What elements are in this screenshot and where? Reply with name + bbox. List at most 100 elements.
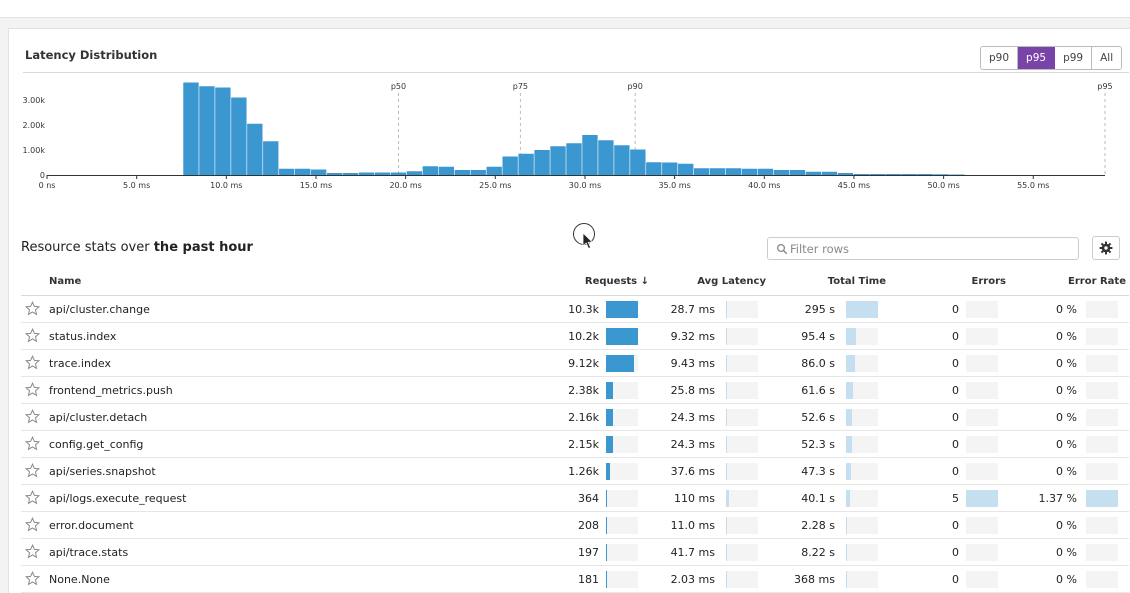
histogram-bar <box>438 166 454 175</box>
star-outline-icon[interactable] <box>25 355 40 370</box>
histogram-bar <box>358 172 375 175</box>
star-outline-icon[interactable] <box>25 490 40 505</box>
stats-table-header: Name Requests ↓ Avg Latency Total Time E… <box>21 269 1129 296</box>
table-row[interactable]: trace.index 9.12k 9.43 ms 86.0 s 0 0 % <box>21 350 1129 377</box>
resource-name[interactable]: api/cluster.change <box>49 303 150 316</box>
avg-latency-value: 110 ms <box>674 492 715 505</box>
histogram-bar <box>566 143 582 175</box>
star-outline-icon[interactable] <box>25 436 40 451</box>
resource-name[interactable]: config.get_config <box>49 438 143 451</box>
table-row[interactable]: api/trace.stats 197 41.7 ms 8.22 s 0 0 % <box>21 539 1129 566</box>
resource-name[interactable]: api/series.snapshot <box>49 465 156 478</box>
total-time-bar <box>846 409 878 426</box>
requests-bar <box>606 544 638 561</box>
column-header-name[interactable]: Name <box>49 276 81 287</box>
star-outline-icon[interactable] <box>25 382 40 397</box>
table-row[interactable]: None.None 181 2.03 ms 368 ms 0 0 % <box>21 566 1129 593</box>
column-header-requests[interactable]: Requests ↓ <box>585 276 649 287</box>
total-time-bar <box>846 463 878 480</box>
error-rate-value: 0 % <box>1056 411 1077 424</box>
column-header-error-rate[interactable]: Error Rate <box>1068 276 1126 287</box>
requests-value: 181 <box>578 573 599 586</box>
errors-value: 0 <box>952 303 959 316</box>
total-time-bar-fill <box>846 436 852 453</box>
x-tick-label: 35.0 ms <box>658 181 690 190</box>
histogram-bar <box>295 168 311 175</box>
requests-bar <box>606 328 638 345</box>
total-time-bar <box>846 355 878 372</box>
resource-name[interactable]: api/cluster.detach <box>49 411 147 424</box>
star-outline-icon[interactable] <box>25 301 40 316</box>
table-row[interactable]: api/cluster.detach 2.16k 24.3 ms 52.6 s 0 0 % <box>21 404 1129 431</box>
star-outline-icon[interactable] <box>25 328 40 343</box>
total-time-value: 86.0 s <box>801 357 835 370</box>
error-rate-value: 0 % <box>1056 384 1077 397</box>
requests-bar <box>606 490 638 507</box>
star-outline-icon[interactable] <box>25 544 40 559</box>
errors-value: 0 <box>952 384 959 397</box>
filter-rows-input[interactable] <box>790 240 1070 257</box>
star-outline-icon[interactable] <box>25 571 40 586</box>
table-settings-button[interactable] <box>1092 236 1120 260</box>
error-rate-value: 0 % <box>1056 465 1077 478</box>
resource-name[interactable]: trace.index <box>49 357 111 370</box>
percentile-button-all[interactable]: All <box>1092 47 1122 69</box>
histogram-bar <box>614 145 630 175</box>
table-row[interactable]: status.index 10.2k 9.32 ms 95.4 s 0 0 % <box>21 323 1129 350</box>
gear-icon <box>1099 241 1113 255</box>
total-time-bar-fill <box>846 382 853 399</box>
resource-stats-title: Resource stats over the past hour <box>21 240 253 255</box>
histogram-bar <box>582 135 598 175</box>
column-header-errors[interactable]: Errors <box>972 276 1006 287</box>
resource-name[interactable]: api/trace.stats <box>49 546 128 559</box>
resource-name[interactable]: frontend_metrics.push <box>49 384 173 397</box>
error-rate-bar <box>1086 409 1118 426</box>
table-row[interactable]: api/series.snapshot 1.26k 37.6 ms 47.3 s 0 0 … <box>21 458 1129 485</box>
avg-latency-bar <box>726 355 758 372</box>
histogram-bar <box>821 171 838 175</box>
percentile-selector: p90 p95 p99 All <box>980 46 1123 70</box>
histogram-bar <box>630 149 646 175</box>
column-header-avg-latency[interactable]: Avg Latency <box>697 276 766 287</box>
resource-name[interactable]: error.document <box>49 519 134 532</box>
column-header-total-time[interactable]: Total Time <box>828 276 886 287</box>
errors-value: 0 <box>952 573 959 586</box>
resource-name[interactable]: api/logs.execute_request <box>49 492 186 505</box>
error-rate-bar <box>1086 436 1118 453</box>
avg-latency-bar-fill <box>726 463 727 480</box>
resource-name[interactable]: status.index <box>49 330 116 343</box>
avg-latency-value: 11.0 ms <box>670 519 715 532</box>
errors-value: 0 <box>952 519 959 532</box>
percentile-button-p99[interactable]: p99 <box>1055 47 1093 69</box>
histogram-bar <box>901 174 917 175</box>
star-outline-icon[interactable] <box>25 409 40 424</box>
table-row[interactable]: api/cluster.change 10.3k 28.7 ms 295 s 0 0 % <box>21 296 1129 323</box>
latency-histogram: 0 1.00k 2.00k 3.00k p50 p75 p90 p95 0 ns 5.0 ms 10… <box>23 82 1113 190</box>
error-rate-bar <box>1086 301 1118 318</box>
histogram-bar <box>199 86 215 175</box>
errors-value: 0 <box>952 546 959 559</box>
histogram-bar <box>470 170 486 175</box>
table-row[interactable]: config.get_config 2.15k 24.3 ms 52.3 s 0 0 % <box>21 431 1129 458</box>
requests-bar-fill <box>606 544 607 561</box>
percentile-marker-label: p90 <box>628 82 643 91</box>
star-outline-icon[interactable] <box>25 517 40 532</box>
percentile-button-p95[interactable]: p95 <box>1018 47 1056 69</box>
requests-value: 2.15k <box>568 438 599 451</box>
total-time-bar <box>846 301 878 318</box>
errors-bar <box>966 517 998 534</box>
error-rate-bar <box>1086 571 1118 588</box>
total-time-value: 95.4 s <box>801 330 835 343</box>
histogram-bar <box>486 166 502 175</box>
table-row[interactable]: frontend_metrics.push 2.38k 25.8 ms 61.6 s 0… <box>21 377 1129 404</box>
star-outline-icon[interactable] <box>25 463 40 478</box>
error-rate-value: 0 % <box>1056 573 1077 586</box>
table-row[interactable]: api/logs.execute_request 364 110 ms 40.1 s 5… <box>21 485 1129 512</box>
table-row[interactable]: error.document 208 11.0 ms 2.28 s 0 0 % <box>21 512 1129 539</box>
total-time-value: 52.6 s <box>801 411 835 424</box>
histogram-bar <box>406 171 423 175</box>
avg-latency-bar <box>726 382 758 399</box>
percentile-button-p90[interactable]: p90 <box>981 47 1019 69</box>
avg-latency-bar-fill <box>726 517 727 534</box>
resource-name[interactable]: None.None <box>49 573 110 586</box>
